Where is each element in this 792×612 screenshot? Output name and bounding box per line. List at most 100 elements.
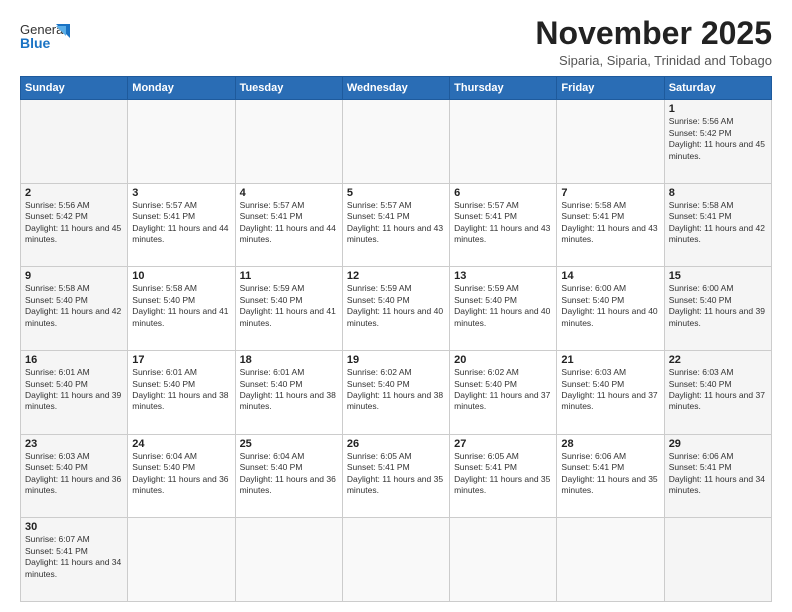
calendar-cell: 9Sunrise: 5:58 AMSunset: 5:40 PMDaylight…	[21, 267, 128, 351]
day-number: 23	[25, 438, 123, 450]
day-number: 17	[132, 354, 230, 366]
day-info: Sunrise: 5:59 AMSunset: 5:40 PMDaylight:…	[454, 283, 552, 329]
day-info: Sunrise: 5:57 AMSunset: 5:41 PMDaylight:…	[454, 200, 552, 246]
calendar-cell	[235, 100, 342, 184]
calendar-cell: 20Sunrise: 6:02 AMSunset: 5:40 PMDayligh…	[450, 351, 557, 435]
day-info: Sunrise: 6:04 AMSunset: 5:40 PMDaylight:…	[132, 451, 230, 497]
day-info: Sunrise: 5:57 AMSunset: 5:41 PMDaylight:…	[132, 200, 230, 246]
calendar-cell: 18Sunrise: 6:01 AMSunset: 5:40 PMDayligh…	[235, 351, 342, 435]
calendar-cell: 2Sunrise: 5:56 AMSunset: 5:42 PMDaylight…	[21, 183, 128, 267]
day-info: Sunrise: 6:01 AMSunset: 5:40 PMDaylight:…	[25, 367, 123, 413]
subtitle: Siparia, Siparia, Trinidad and Tobago	[535, 53, 772, 68]
weekday-header-sunday: Sunday	[21, 77, 128, 100]
weekday-header-tuesday: Tuesday	[235, 77, 342, 100]
day-number: 29	[669, 438, 767, 450]
day-number: 22	[669, 354, 767, 366]
day-number: 5	[347, 187, 445, 199]
weekday-header-monday: Monday	[128, 77, 235, 100]
calendar-cell: 1Sunrise: 5:56 AMSunset: 5:42 PMDaylight…	[664, 100, 771, 184]
day-number: 8	[669, 187, 767, 199]
day-info: Sunrise: 6:04 AMSunset: 5:40 PMDaylight:…	[240, 451, 338, 497]
day-info: Sunrise: 5:58 AMSunset: 5:41 PMDaylight:…	[561, 200, 659, 246]
month-title: November 2025	[535, 16, 772, 51]
logo-icon: General Blue	[20, 16, 72, 60]
calendar-cell	[557, 100, 664, 184]
day-number: 11	[240, 270, 338, 282]
day-number: 3	[132, 187, 230, 199]
day-info: Sunrise: 6:07 AMSunset: 5:41 PMDaylight:…	[25, 534, 123, 580]
calendar-cell: 28Sunrise: 6:06 AMSunset: 5:41 PMDayligh…	[557, 434, 664, 518]
calendar-cell	[450, 518, 557, 602]
calendar-cell: 27Sunrise: 6:05 AMSunset: 5:41 PMDayligh…	[450, 434, 557, 518]
day-number: 26	[347, 438, 445, 450]
calendar-cell: 23Sunrise: 6:03 AMSunset: 5:40 PMDayligh…	[21, 434, 128, 518]
logo: General Blue	[20, 16, 72, 60]
day-info: Sunrise: 6:03 AMSunset: 5:40 PMDaylight:…	[561, 367, 659, 413]
day-info: Sunrise: 5:58 AMSunset: 5:40 PMDaylight:…	[132, 283, 230, 329]
calendar-cell	[21, 100, 128, 184]
day-number: 6	[454, 187, 552, 199]
calendar-cell: 26Sunrise: 6:05 AMSunset: 5:41 PMDayligh…	[342, 434, 449, 518]
day-number: 1	[669, 103, 767, 115]
day-info: Sunrise: 5:56 AMSunset: 5:42 PMDaylight:…	[25, 200, 123, 246]
day-number: 30	[25, 521, 123, 533]
day-number: 20	[454, 354, 552, 366]
calendar-cell	[235, 518, 342, 602]
calendar-cell: 15Sunrise: 6:00 AMSunset: 5:40 PMDayligh…	[664, 267, 771, 351]
day-info: Sunrise: 5:59 AMSunset: 5:40 PMDaylight:…	[347, 283, 445, 329]
weekday-header-saturday: Saturday	[664, 77, 771, 100]
calendar-cell: 10Sunrise: 5:58 AMSunset: 5:40 PMDayligh…	[128, 267, 235, 351]
weekday-header-row: SundayMondayTuesdayWednesdayThursdayFrid…	[21, 77, 772, 100]
day-number: 7	[561, 187, 659, 199]
day-number: 27	[454, 438, 552, 450]
svg-text:Blue: Blue	[20, 35, 51, 51]
day-number: 4	[240, 187, 338, 199]
day-info: Sunrise: 6:00 AMSunset: 5:40 PMDaylight:…	[669, 283, 767, 329]
calendar-cell: 6Sunrise: 5:57 AMSunset: 5:41 PMDaylight…	[450, 183, 557, 267]
week-row-6: 30Sunrise: 6:07 AMSunset: 5:41 PMDayligh…	[21, 518, 772, 602]
calendar-cell	[342, 518, 449, 602]
calendar-cell: 11Sunrise: 5:59 AMSunset: 5:40 PMDayligh…	[235, 267, 342, 351]
calendar-cell: 25Sunrise: 6:04 AMSunset: 5:40 PMDayligh…	[235, 434, 342, 518]
page: General Blue November 2025 Siparia, Sipa…	[0, 0, 792, 612]
day-number: 25	[240, 438, 338, 450]
day-number: 2	[25, 187, 123, 199]
day-number: 12	[347, 270, 445, 282]
weekday-header-wednesday: Wednesday	[342, 77, 449, 100]
calendar-cell: 22Sunrise: 6:03 AMSunset: 5:40 PMDayligh…	[664, 351, 771, 435]
calendar-cell: 24Sunrise: 6:04 AMSunset: 5:40 PMDayligh…	[128, 434, 235, 518]
week-row-2: 2Sunrise: 5:56 AMSunset: 5:42 PMDaylight…	[21, 183, 772, 267]
week-row-4: 16Sunrise: 6:01 AMSunset: 5:40 PMDayligh…	[21, 351, 772, 435]
calendar-cell	[450, 100, 557, 184]
day-info: Sunrise: 6:01 AMSunset: 5:40 PMDaylight:…	[240, 367, 338, 413]
day-info: Sunrise: 6:06 AMSunset: 5:41 PMDaylight:…	[669, 451, 767, 497]
calendar-table: SundayMondayTuesdayWednesdayThursdayFrid…	[20, 76, 772, 602]
header: General Blue November 2025 Siparia, Sipa…	[20, 16, 772, 68]
day-number: 13	[454, 270, 552, 282]
day-info: Sunrise: 5:57 AMSunset: 5:41 PMDaylight:…	[347, 200, 445, 246]
calendar-cell: 13Sunrise: 5:59 AMSunset: 5:40 PMDayligh…	[450, 267, 557, 351]
day-info: Sunrise: 5:57 AMSunset: 5:41 PMDaylight:…	[240, 200, 338, 246]
day-number: 28	[561, 438, 659, 450]
calendar-cell: 16Sunrise: 6:01 AMSunset: 5:40 PMDayligh…	[21, 351, 128, 435]
calendar-cell	[342, 100, 449, 184]
calendar-cell: 3Sunrise: 5:57 AMSunset: 5:41 PMDaylight…	[128, 183, 235, 267]
title-section: November 2025 Siparia, Siparia, Trinidad…	[535, 16, 772, 68]
day-info: Sunrise: 6:03 AMSunset: 5:40 PMDaylight:…	[25, 451, 123, 497]
calendar-cell: 17Sunrise: 6:01 AMSunset: 5:40 PMDayligh…	[128, 351, 235, 435]
day-number: 19	[347, 354, 445, 366]
calendar-cell: 21Sunrise: 6:03 AMSunset: 5:40 PMDayligh…	[557, 351, 664, 435]
day-info: Sunrise: 6:03 AMSunset: 5:40 PMDaylight:…	[669, 367, 767, 413]
day-number: 16	[25, 354, 123, 366]
day-number: 14	[561, 270, 659, 282]
day-number: 10	[132, 270, 230, 282]
calendar-cell	[128, 518, 235, 602]
weekday-header-friday: Friday	[557, 77, 664, 100]
day-info: Sunrise: 6:02 AMSunset: 5:40 PMDaylight:…	[347, 367, 445, 413]
week-row-1: 1Sunrise: 5:56 AMSunset: 5:42 PMDaylight…	[21, 100, 772, 184]
day-number: 9	[25, 270, 123, 282]
calendar-cell: 5Sunrise: 5:57 AMSunset: 5:41 PMDaylight…	[342, 183, 449, 267]
day-info: Sunrise: 6:00 AMSunset: 5:40 PMDaylight:…	[561, 283, 659, 329]
day-number: 18	[240, 354, 338, 366]
day-info: Sunrise: 5:58 AMSunset: 5:41 PMDaylight:…	[669, 200, 767, 246]
